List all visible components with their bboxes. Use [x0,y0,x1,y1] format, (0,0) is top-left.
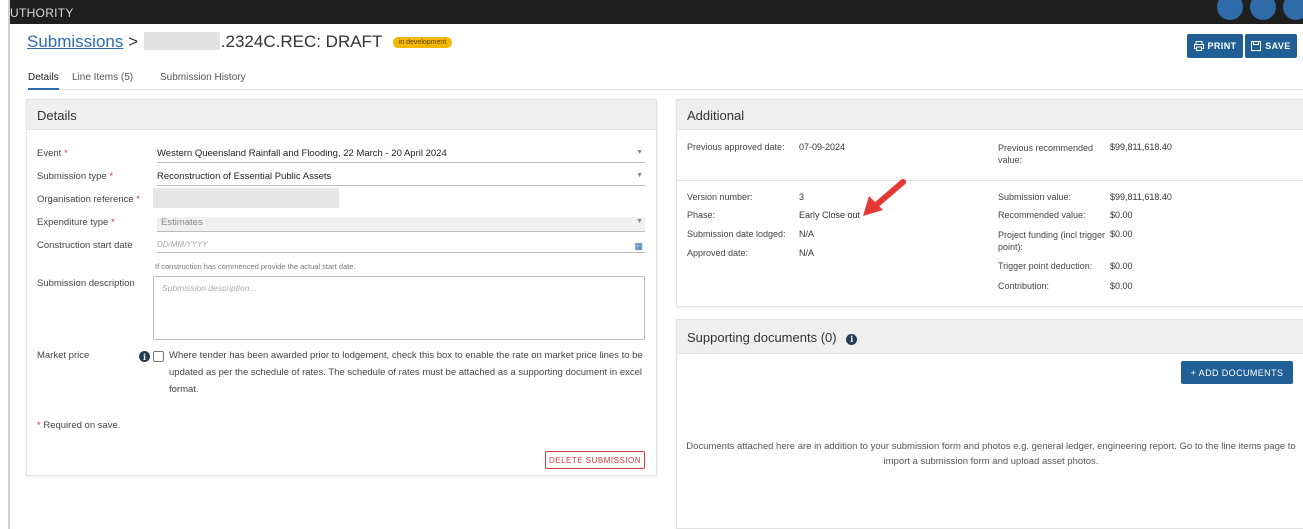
breadcrumb-link-submissions[interactable]: Submissions [27,32,123,51]
prev-approved-date-label: Previous approved date: [687,142,785,152]
recommended-label: Recommended value: [998,210,1086,220]
breadcrumb-separator: > [128,32,139,51]
supporting-note: Documents attached here are in addition … [686,441,1296,467]
event-row: Event * Western Queensland Rainfall and … [27,148,667,168]
tab-submission-history[interactable]: Submission History [160,72,246,83]
version-value: 3 [799,192,805,202]
construction-hint: If construction has commenced provide th… [155,262,356,271]
construction-date-input[interactable]: DD/MM/YYYY ▦ [157,240,645,253]
details-heading: Details [27,100,656,130]
chevron-down-icon: ▼ [636,149,643,156]
info-icon[interactable]: i [139,351,150,362]
prev-approved-date-value: 07-09-2024 [799,142,846,152]
breadcrumb: Submissions > .2324C.REC: DRAFT in devel… [27,32,453,52]
divider [677,180,1303,181]
description-label: Submission description [37,278,135,289]
additional-panel: Additional Previous approved date: 07-09… [676,99,1303,307]
event-label: Event * [37,148,68,159]
submission-type-select[interactable]: Reconstruction of Essential Public Asset… [157,171,645,186]
trigger-label: Trigger point deduction: [998,261,1093,271]
supporting-heading: Supporting documents (0) i [677,320,1303,354]
info-icon[interactable]: i [846,333,858,345]
org-ref-row: Organisation reference * [27,188,667,214]
save-button[interactable]: SAVE [1245,34,1297,58]
project-funding-value: $0.00 [1110,229,1133,239]
user-avatar-icon[interactable] [1283,0,1303,20]
contribution-label: Contribution: [998,281,1050,291]
supporting-documents-panel: Supporting documents (0) i + ADD DOCUMEN… [676,319,1303,529]
version-label: Version number: [687,192,753,202]
expenditure-row: Expenditure type * Estimates ▼ [27,217,667,237]
brand-text: UTHORITY [10,6,74,20]
prev-recommended-label: Previous recommended value: [998,143,1094,165]
notification-icon[interactable] [1217,0,1243,20]
approved-date-label: Approved date: [687,248,749,258]
annotation-arrow [863,179,906,216]
redacted-id [143,32,220,50]
construction-row: Construction start date DD/MM/YYYY ▦ [27,240,667,260]
details-panel: Details Event * Western Queensland Rainf… [26,99,657,476]
print-label: PRINT [1207,41,1237,51]
chevron-down-icon: ▼ [636,172,643,179]
approved-date-value: N/A [799,248,815,258]
phase-label: Phase: [687,210,716,220]
submission-value-value: $99,811,618.40 [1110,192,1172,202]
print-button[interactable]: PRINT [1187,34,1243,58]
submission-value-label: Submission value: [998,192,1072,202]
contribution-value: $0.00 [1110,281,1133,291]
market-price-checkbox[interactable] [153,351,164,362]
prev-recommended-value: $99,811,618.40 [1110,142,1172,152]
help-icon[interactable] [1250,0,1276,20]
org-ref-input[interactable] [153,188,339,208]
submission-type-row: Submission type * Reconstruction of Esse… [27,171,667,191]
page-title: .2324C.REC: DRAFT [220,32,383,51]
required-note: * Required on save. [37,420,121,431]
top-bar: UTHORITY [10,0,1303,24]
recommended-value: $0.00 [1110,210,1133,220]
additional-heading: Additional [677,100,1303,130]
project-funding-label: Project funding (incl trigger point): [998,230,1106,252]
date-lodged-label: Submission date lodged: [687,229,786,239]
market-price-label: Market price [37,350,90,361]
save-label: SAVE [1265,41,1291,51]
app-window: UTHORITY Submissions > .2324C.REC: DRAFT… [8,0,1303,529]
printer-icon [1193,41,1204,51]
event-select[interactable]: Western Queensland Rainfall and Flooding… [157,148,645,163]
expenditure-select: Estimates ▼ [157,217,645,232]
date-lodged-value: N/A [799,229,815,239]
page-content: Submissions > .2324C.REC: DRAFT in devel… [10,24,1303,529]
delete-submission-button[interactable]: DELETE SUBMISSION [545,451,645,469]
submission-type-label: Submission type * [37,171,114,182]
calendar-icon[interactable]: ▦ [634,241,643,252]
status-badge: in development [392,37,453,48]
market-price-text: Where tender has been awarded prior to l… [169,350,643,395]
expenditure-label: Expenditure type * [37,217,115,228]
construction-label: Construction start date [37,240,133,251]
tab-bar: Details Line Items (5) Submission Histor… [26,66,1303,90]
tab-details[interactable]: Details [28,72,59,90]
tab-line-items[interactable]: Line Items (5) [72,72,133,83]
floppy-icon [1251,41,1262,51]
phase-value: Early Close out [799,210,861,220]
add-documents-button[interactable]: + ADD DOCUMENTS [1181,361,1293,384]
org-ref-label: Organisation reference * [37,194,140,205]
description-textarea[interactable]: Submission description... [153,276,645,340]
chevron-down-icon: ▼ [636,218,643,225]
trigger-value: $0.00 [1110,261,1133,271]
